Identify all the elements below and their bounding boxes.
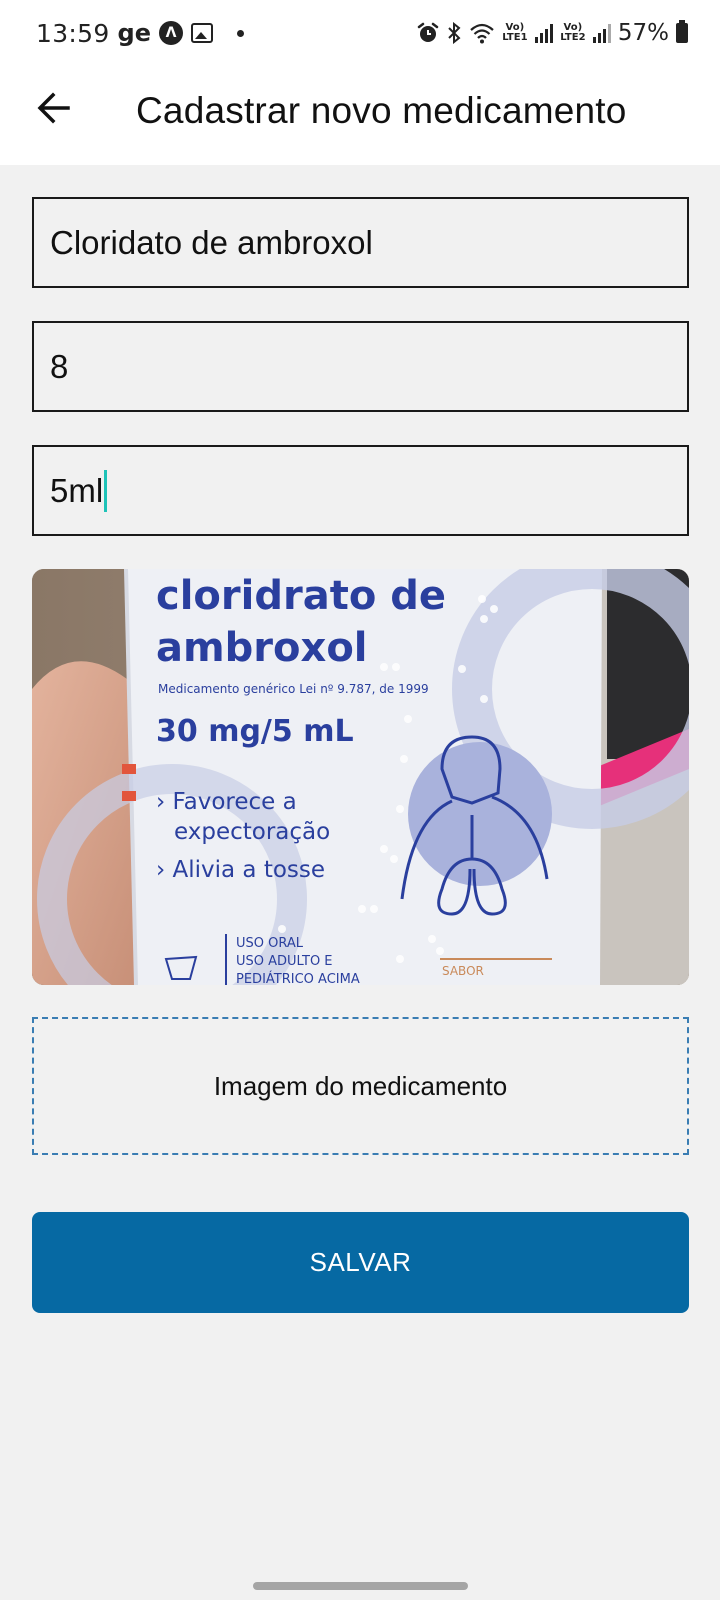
app-bar: Cadastrar novo medicamento (0, 66, 720, 165)
app-notification-icon: Λ (159, 21, 184, 45)
medication-box-image: cloridrato de ambroxol Medicamento genér… (32, 569, 689, 985)
gallery-notification-icon (191, 23, 214, 43)
battery-icon (676, 20, 688, 43)
medication-name-value: Cloridato de ambroxol (50, 223, 373, 261)
more-notifications-dot-icon (237, 29, 245, 37)
signal-2-icon (592, 23, 611, 43)
photo-use2: USO ADULTO E (236, 954, 333, 969)
dose-value: 5ml (50, 471, 104, 509)
photo-bullet1a: › Favorece a (156, 789, 297, 815)
page-title: Cadastrar novo medicamento (136, 90, 627, 131)
back-button[interactable] (32, 86, 76, 130)
image-upload-label: Imagem do medicamento (213, 1070, 508, 1101)
status-time: 13:59 (36, 18, 110, 48)
photo-line1: cloridrato de (156, 573, 446, 619)
photo-bullet2: › Alivia a tosse (156, 857, 325, 883)
text-caret (104, 469, 108, 512)
photo-flavor: SABOR (442, 964, 484, 978)
arrow-left-icon (37, 92, 70, 124)
quantity-field[interactable]: 8 (32, 321, 689, 412)
quantity-value: 8 (50, 347, 69, 385)
signal-1-icon (534, 23, 553, 43)
lte1-label: Vo) LTE1 (502, 22, 528, 43)
wifi-icon (470, 23, 494, 44)
medication-name-field[interactable]: Cloridato de ambroxol (32, 197, 689, 288)
photo-dose: 30 mg/5 mL (156, 714, 354, 749)
battery-percent: 57% (617, 20, 669, 46)
save-button[interactable]: SALVAR (32, 1212, 689, 1313)
photo-use3: PEDIÁTRICO ACIMA (236, 971, 360, 985)
photo-line2: ambroxol (156, 625, 368, 671)
home-indicator[interactable] (253, 1582, 468, 1590)
lte2-label: Vo) LTE2 (560, 22, 586, 43)
status-left: 13:59 ge Λ (36, 18, 245, 48)
status-bar: 13:59 ge Λ Vo) LTE1 Vo) LTE2 57% (0, 0, 720, 66)
carrier-label: ge (117, 19, 152, 47)
alarm-icon (417, 22, 439, 42)
image-upload-dropzone[interactable]: Imagem do medicamento (32, 1017, 689, 1155)
photo-use1: USO ORAL (236, 936, 304, 951)
bluetooth-icon (448, 22, 461, 44)
photo-law: Medicamento genérico Lei nº 9.787, de 19… (158, 682, 429, 696)
dose-field[interactable]: 5ml (32, 445, 689, 536)
medication-photo: cloridrato de ambroxol Medicamento genér… (32, 569, 689, 985)
status-right: Vo) LTE1 Vo) LTE2 57% (417, 20, 688, 46)
system-nav-bar (0, 1570, 720, 1600)
photo-bullet1b: expectoração (174, 819, 330, 845)
